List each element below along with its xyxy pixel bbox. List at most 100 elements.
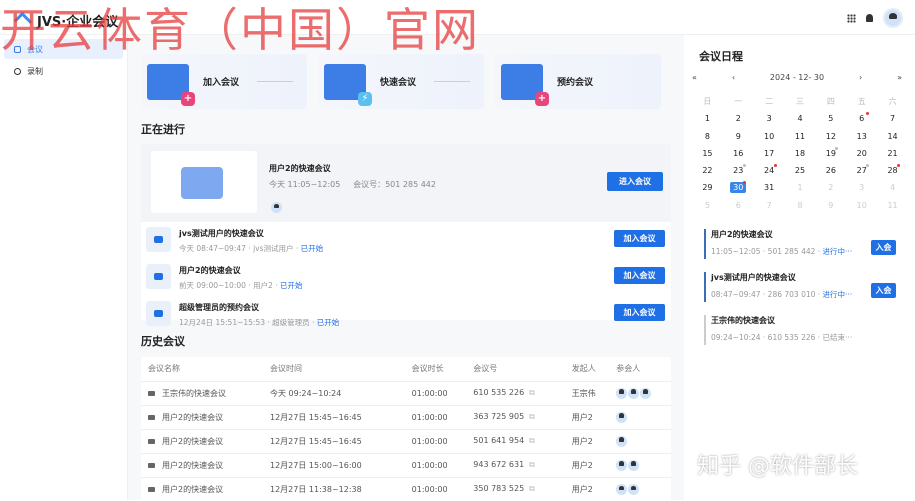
sidebar-item-label: 录制	[27, 66, 43, 76]
calendar-day[interactable]: 1	[785, 179, 816, 196]
join-meeting-button[interactable]: 加入会议	[614, 267, 665, 284]
meeting-time: 12月24日 15:51~15:53	[179, 318, 265, 327]
calendar-day[interactable]: 27	[846, 162, 877, 179]
calendar-day[interactable]: 14	[877, 128, 908, 145]
quick-meeting-card[interactable]: ⚡ 快速会议	[318, 54, 484, 109]
prev-month-icon[interactable]: ‹	[732, 73, 735, 82]
copy-icon[interactable]: ⧉	[529, 436, 535, 445]
copy-icon[interactable]: ⧉	[529, 460, 535, 469]
calendar-day[interactable]: 4	[785, 110, 816, 127]
calendar-day[interactable]: 6	[723, 197, 754, 214]
calendar-day[interactable]: 8	[785, 197, 816, 214]
calendar-day[interactable]: 2	[815, 179, 846, 196]
bolt-icon: ⚡	[358, 91, 372, 106]
schedule-illustration: +	[501, 63, 549, 106]
weekday-label: 六	[888, 97, 897, 106]
calendar-day[interactable]: 17	[754, 145, 785, 162]
calendar-day[interactable]: 4	[877, 179, 908, 196]
column-header: 会议时间	[269, 364, 302, 374]
calendar-day[interactable]: 10	[846, 197, 877, 214]
next-year-icon[interactable]: »	[897, 73, 902, 82]
calendar-day[interactable]: 25	[785, 162, 816, 179]
join-meeting-button[interactable]: 加入会议	[614, 230, 665, 247]
meeting-name: 用户2的快速会议	[162, 436, 224, 446]
calendar-day[interactable]: 18	[785, 145, 816, 162]
calendar-day[interactable]: 7	[877, 110, 908, 127]
calendar-day[interactable]: 3	[754, 110, 785, 127]
prev-year-icon[interactable]: «	[692, 73, 697, 82]
table-row[interactable]: 王宗伟的快速会议 今天 09:24~10:24 01:00:00 610 535…	[141, 380, 671, 405]
weekday-label: 二	[765, 97, 774, 106]
calendar-day[interactable]: 2	[723, 110, 754, 127]
meeting-time: 今天 09:24~10:24	[262, 380, 405, 405]
calendar-day[interactable]: 28	[877, 162, 908, 179]
calendar-day[interactable]: 26	[815, 162, 846, 179]
status-badge: 进行中···	[822, 290, 853, 299]
sidebar-item-recordings[interactable]: 录制	[4, 61, 123, 81]
calendar-day[interactable]: 20	[846, 145, 877, 162]
copy-icon[interactable]: ⧉	[529, 388, 535, 397]
meeting-id: 501 285 442	[767, 247, 816, 256]
calendar-day[interactable]: 24	[754, 162, 785, 179]
join-button[interactable]: 入会	[871, 240, 896, 255]
calendar-day[interactable]: 21	[877, 145, 908, 162]
join-meeting-button[interactable]: 加入会议	[614, 304, 665, 321]
join-button[interactable]: 入会	[871, 283, 896, 298]
card-label: 加入会议	[203, 78, 240, 88]
schedule-item[interactable]: jvs测试用户的快速会议 08:47~09:47 · 286 703 010 · …	[704, 272, 896, 302]
calendar-day[interactable]: 7	[754, 197, 785, 214]
calendar-day[interactable]: 12	[815, 128, 846, 145]
calendar-day[interactable]: 1	[692, 110, 723, 127]
meeting-name: 用户2的快速会议	[162, 412, 224, 422]
meeting-host: 王宗伟	[564, 380, 610, 405]
calendar-day[interactable]: 11	[877, 197, 908, 214]
copy-icon[interactable]: ⧉	[529, 412, 535, 421]
attendees	[609, 476, 671, 501]
join-meeting-card[interactable]: + 加入会议	[141, 54, 307, 109]
calendar-day[interactable]: 10	[754, 128, 785, 145]
meeting-id: 286 703 010	[767, 290, 816, 299]
avatar	[640, 387, 652, 399]
calendar-day[interactable]: 8	[692, 128, 723, 145]
copy-icon[interactable]: ⧉	[529, 484, 535, 493]
calendar-day[interactable]: 9	[815, 197, 846, 214]
table-row[interactable]: 用户2的快速会议 12月27日 15:45~16:45 01:00:00 363…	[141, 404, 671, 429]
calendar-day[interactable]: 3	[846, 179, 877, 196]
meeting-id: 610 535 226	[473, 388, 525, 397]
calendar-day[interactable]: 19	[815, 145, 846, 162]
bell-icon[interactable]	[866, 14, 873, 22]
calendar-day[interactable]: 5	[692, 197, 723, 214]
card-label: 预约会议	[557, 78, 594, 88]
calendar-day[interactable]: 23	[723, 162, 754, 179]
video-camera-icon	[148, 414, 155, 420]
table-row[interactable]: 用户2的快速会议 12月27日 15:00~16:00 01:00:00 943…	[141, 452, 671, 477]
schedule-item[interactable]: 用户2的快速会议 11:05~12:05 · 501 285 442 · 进行中·…	[704, 229, 896, 259]
apps-grid-icon[interactable]	[847, 13, 856, 23]
calendar-day[interactable]: 31	[754, 179, 785, 196]
next-month-icon[interactable]: ›	[859, 73, 862, 82]
calendar-day[interactable]: 5	[815, 110, 846, 127]
avatar	[271, 202, 282, 213]
schedule-title: 会议日程	[699, 50, 743, 63]
calendar-day[interactable]: 6	[846, 110, 877, 127]
avatar	[628, 387, 640, 399]
meeting-host: 用户2	[564, 428, 610, 453]
calendar-day[interactable]: 29	[692, 179, 723, 196]
schedule-item[interactable]: 王宗伟的快速会议 09:24~10:24 · 610 535 226 · 已结束·…	[704, 315, 889, 345]
calendar-day[interactable]: 22	[692, 162, 723, 179]
meeting-time: 12月27日 15:45~16:45	[262, 428, 405, 453]
table-row[interactable]: 用户2的快速会议 12月27日 15:45~16:45 01:00:00 501…	[141, 428, 671, 453]
calendar-day[interactable]: 9	[723, 128, 754, 145]
table-row[interactable]: 用户2的快速会议 12月27日 11:38~12:38 01:00:00 350…	[141, 476, 671, 501]
calendar-day[interactable]: 16	[723, 145, 754, 162]
calendar-day[interactable]: 15	[692, 145, 723, 162]
calendar-day[interactable]: 13	[846, 128, 877, 145]
sidebar-item-meetings[interactable]: 会议	[4, 39, 123, 59]
meeting-name: jvs测试用户的快速会议	[711, 273, 796, 282]
meeting-host: 用户2	[564, 476, 610, 501]
calendar-day[interactable]: 11	[785, 128, 816, 145]
schedule-meeting-card[interactable]: + 预约会议	[495, 54, 661, 109]
enter-meeting-button[interactable]: 进入会议	[607, 172, 663, 191]
user-avatar[interactable]	[883, 8, 903, 28]
calendar-day[interactable]: 30	[723, 179, 754, 196]
